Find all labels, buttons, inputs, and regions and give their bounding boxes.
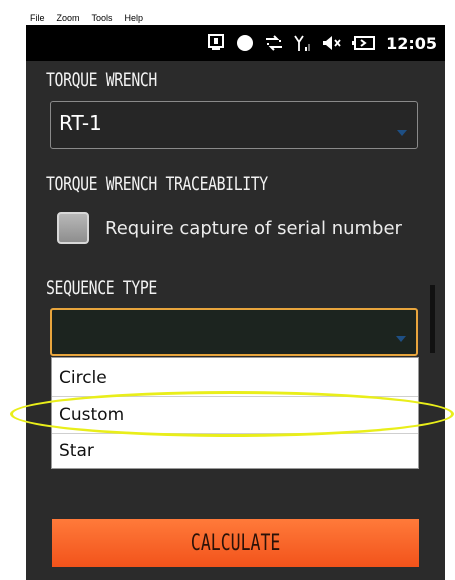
data-sync-icon [264, 34, 284, 52]
sequence-type-select[interactable] [50, 308, 418, 356]
option-custom[interactable]: Custom [52, 397, 418, 433]
volume-icon [322, 34, 342, 52]
serial-number-checkbox[interactable] [57, 212, 89, 244]
signal-icon [294, 34, 312, 52]
notification-icon [206, 34, 226, 52]
menu-zoom[interactable]: Zoom [57, 13, 80, 23]
battery-icon [352, 34, 376, 52]
option-circle[interactable]: Circle [52, 360, 418, 396]
torque-wrench-select[interactable]: RT-1 [50, 101, 418, 149]
traceability-label: TORQUE WRENCH TRACEABILITY [46, 173, 268, 195]
emulator-menubar: File Zoom Tools Help [30, 11, 143, 25]
record-dot-icon [236, 34, 254, 52]
status-clock: 12:05 [386, 33, 437, 53]
menu-file[interactable]: File [30, 13, 45, 23]
dropdown-arrow-icon [397, 130, 407, 136]
sequence-type-dropdown: Circle Custom Star [51, 357, 419, 469]
torque-wrench-label: TORQUE WRENCH [46, 69, 157, 91]
sequence-type-label: SEQUENCE TYPE [46, 277, 157, 299]
calculate-button[interactable]: CALCULATE [52, 519, 419, 567]
dropdown-arrow-icon [396, 336, 406, 342]
torque-wrench-value: RT-1 [59, 111, 102, 135]
scrollbar[interactable] [430, 285, 435, 353]
serial-number-checkbox-label: Require capture of serial number [105, 218, 402, 239]
menu-tools[interactable]: Tools [92, 13, 113, 23]
status-bar: 12:05 [26, 25, 445, 61]
option-star[interactable]: Star [52, 433, 418, 469]
menu-help[interactable]: Help [125, 13, 144, 23]
device-screen: 12:05 TORQUE WRENCH RT-1 TORQUE WRENCH T… [26, 25, 445, 580]
calculate-label: CALCULATE [190, 530, 281, 556]
